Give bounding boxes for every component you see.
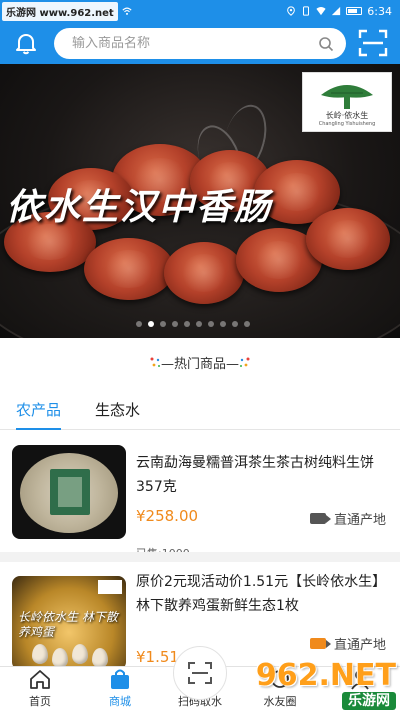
product-thumbnail[interactable]: 长岭依水生 林下散养鸡蛋	[12, 576, 126, 670]
nav-shop[interactable]: 商城	[80, 667, 160, 711]
product-thumbnail[interactable]	[12, 445, 126, 539]
shop-bag-icon	[111, 669, 129, 689]
hot-products-heading: —热门商品—	[0, 338, 400, 386]
scan-icon	[188, 662, 212, 684]
scan-icon	[358, 29, 388, 57]
origin-label: 直通产地	[333, 513, 386, 528]
wifi-icon	[122, 7, 132, 15]
watermark-small: 乐游网	[342, 692, 396, 710]
search-icon[interactable]	[318, 36, 334, 52]
sausage-slice	[84, 238, 174, 300]
carousel-indicator[interactable]	[136, 321, 250, 327]
promo-banner[interactable]: 依水生汉中香肠 长岭·依水生 Changling Yishuisheng	[0, 64, 400, 338]
status-bar: 乐游网 www.962.net 6:34	[0, 0, 400, 22]
scan-water-button[interactable]	[173, 646, 227, 700]
sausage-slice	[164, 242, 244, 304]
watermark-big: 962.NET	[255, 658, 396, 693]
video-camera-icon	[309, 638, 331, 649]
sparkle-right-icon	[240, 357, 250, 367]
egg-image	[52, 648, 68, 668]
search-bar[interactable]	[54, 28, 346, 59]
logo-brand-text: 长岭·依水生	[325, 111, 369, 120]
carousel-dot[interactable]	[172, 321, 178, 327]
wifi-signal-icon	[316, 7, 326, 16]
carousel-dot[interactable]	[220, 321, 226, 327]
thumbnail-caption: 长岭依水生 林下散养鸡蛋	[18, 610, 118, 639]
vibrate-icon	[303, 6, 310, 16]
brand-logo: 长岭·依水生 Changling Yishuisheng	[302, 72, 392, 132]
nav-shop-label: 商城	[109, 695, 131, 708]
carousel-dot[interactable]	[232, 321, 238, 327]
nav-home-label: 首页	[29, 695, 51, 708]
home-icon	[30, 670, 50, 689]
status-right: 6:34	[286, 5, 400, 18]
battery-icon	[346, 7, 363, 15]
carousel-dot[interactable]	[136, 321, 142, 327]
egg-image	[72, 644, 88, 664]
hot-products-label: —热门商品—	[160, 352, 239, 372]
product-price: ¥258.00	[136, 507, 199, 525]
list-divider	[0, 552, 400, 562]
notification-button[interactable]	[6, 22, 46, 64]
sparkle-left-icon	[150, 357, 160, 367]
tab-agricultural[interactable]: 农产品	[16, 388, 62, 430]
direct-origin-badge[interactable]: 直通产地	[309, 509, 386, 528]
egg-image	[32, 644, 48, 664]
egg-image	[92, 648, 108, 668]
status-time: 6:34	[367, 4, 392, 18]
video-camera-icon	[309, 513, 331, 524]
search-input[interactable]	[72, 36, 318, 51]
carousel-dot[interactable]	[184, 321, 190, 327]
watermark-label: 乐游网 www.962.net	[2, 1, 118, 21]
corner-watermark: 962.NET 乐游网	[256, 660, 396, 710]
logo-pinyin-text: Changling Yishuisheng	[318, 121, 376, 127]
tree-logo-icon	[321, 85, 373, 109]
nav-home[interactable]: 首页	[0, 667, 80, 711]
category-tabs: 农产品 生态水	[0, 388, 400, 430]
carousel-dot-active[interactable]	[148, 321, 154, 327]
carousel-dot[interactable]	[208, 321, 214, 327]
direct-origin-badge[interactable]: 直通产地	[309, 634, 386, 653]
origin-label: 直通产地	[333, 638, 386, 653]
carousel-dot[interactable]	[244, 321, 250, 327]
carousel-dot[interactable]	[196, 321, 202, 327]
bell-icon	[16, 34, 36, 55]
app-screen: 乐游网 www.962.net 6:34 输入商品名称 依水生汉中香肠 长岭·依…	[0, 0, 400, 711]
cell-signal-icon	[332, 6, 341, 16]
tea-wrapper-label	[50, 469, 90, 515]
scan-button[interactable]	[358, 29, 388, 57]
banner-title: 依水生汉中香肠	[6, 186, 273, 228]
carousel-dot[interactable]	[160, 321, 166, 327]
product-name[interactable]: 原价2元现活动价1.51元【长岭依水生】林下散养鸡蛋新鲜生态1枚	[136, 570, 388, 618]
location-icon	[287, 6, 296, 16]
product-name[interactable]: 云南勐海曼糯普洱茶生茶古树纯料生饼357克	[136, 451, 388, 499]
product-card[interactable]: 云南勐海曼糯普洱茶生茶古树纯料生饼357克 ¥258.00 直通产地 已售:10…	[0, 431, 400, 563]
top-header	[0, 22, 400, 64]
product-price: ¥1.51	[136, 648, 179, 666]
tab-eco-water[interactable]: 生态水	[95, 388, 140, 430]
brand-mini-logo	[98, 580, 122, 594]
